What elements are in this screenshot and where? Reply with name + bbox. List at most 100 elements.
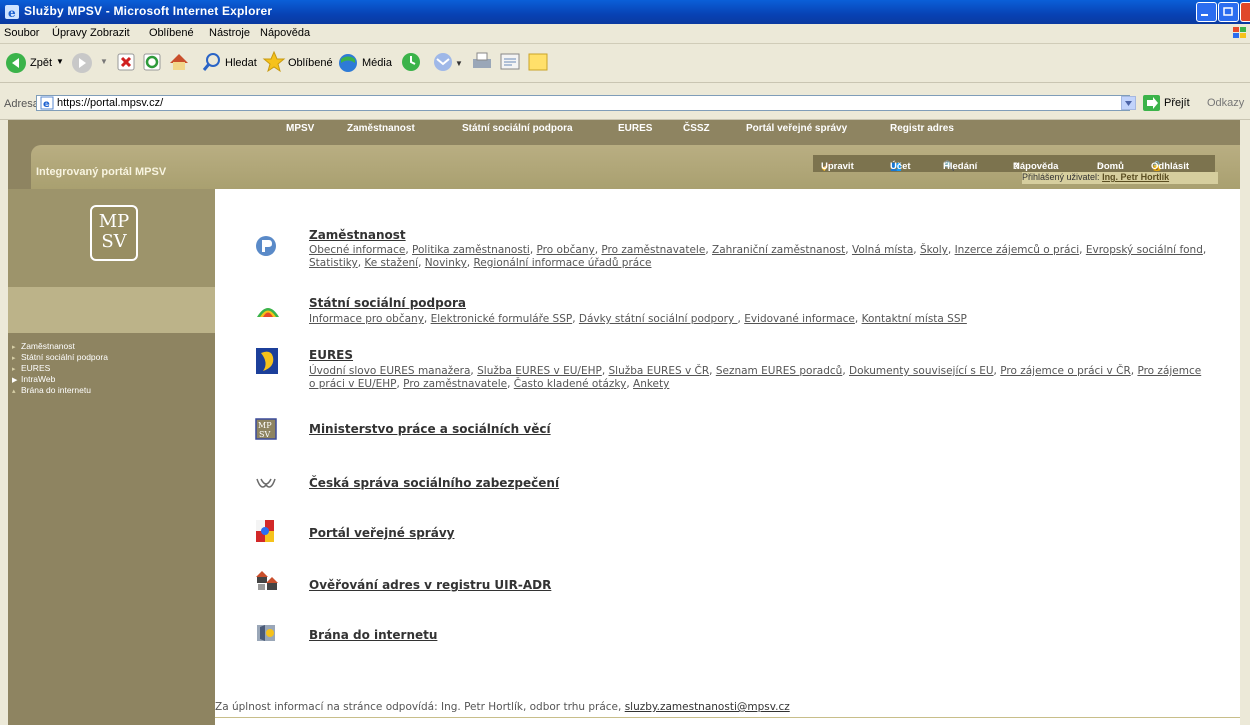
cssz-icon xyxy=(256,478,276,488)
address-dropdown-icon[interactable] xyxy=(1121,96,1136,110)
topnav-zamestnanost[interactable]: Zaměstnanost xyxy=(347,123,415,134)
topnav-ssp[interactable]: Státní sociální podpora xyxy=(462,123,573,134)
media-button[interactable]: Média xyxy=(336,50,396,76)
topnav-cssz[interactable]: ČSSZ xyxy=(683,123,710,134)
media-icon xyxy=(339,54,357,72)
section-link[interactable]: Často kladené otázky xyxy=(514,378,627,390)
section-link[interactable]: Informace pro občany xyxy=(309,313,424,325)
section-link[interactable]: Seznam EURES poradců xyxy=(716,365,842,377)
svg-text:e: e xyxy=(8,6,16,20)
section-links-ssp: Informace pro občany, Elektronické formu… xyxy=(309,313,967,325)
printer-icon xyxy=(473,52,491,68)
section-link[interactable]: Zahraniční zaměstnanost xyxy=(712,244,845,256)
svg-text:MP: MP xyxy=(258,421,272,430)
refresh-icon xyxy=(143,53,161,71)
back-dropdown-icon[interactable]: ▼ xyxy=(56,57,64,66)
minimize-button[interactable] xyxy=(1196,2,1217,22)
messenger-button[interactable] xyxy=(527,50,551,76)
section-link[interactable]: Statistiky xyxy=(309,257,358,269)
section-link[interactable]: Pro zájemce o práci v ČR xyxy=(1000,365,1131,377)
favorites-button[interactable]: Oblíbené xyxy=(262,50,333,76)
section-title-zamestnanost[interactable]: Zaměstnanost xyxy=(309,228,406,242)
section-link[interactable]: Inzerce zájemců o práci xyxy=(955,244,1080,256)
web-page: MPSV Zaměstnanost Státní sociální podpor… xyxy=(8,120,1240,725)
topnav-portal-verejne-spravy[interactable]: Portál veřejné správy xyxy=(746,123,847,134)
section-link[interactable]: Ankety xyxy=(633,378,669,390)
refresh-button[interactable] xyxy=(142,50,164,76)
home-button[interactable] xyxy=(168,50,190,76)
forward-button[interactable] xyxy=(70,50,96,76)
section-link[interactable]: Evidované informace xyxy=(744,313,855,325)
arrow-icon: ▸ xyxy=(12,355,16,362)
leftnav-zamestnanost[interactable]: ▸ Zaměstnanost xyxy=(12,341,75,351)
close-button[interactable] xyxy=(1240,2,1250,22)
back-arrow-icon xyxy=(6,53,26,73)
go-arrow-icon[interactable] xyxy=(1143,95,1160,111)
leftnav-brana[interactable]: ▴ Brána do internetu xyxy=(12,385,91,395)
section-link[interactable]: Pro zaměstnavatele xyxy=(403,378,507,390)
leftnav-ssp[interactable]: ▸ Státní sociální podpora xyxy=(12,352,108,362)
edit-page-icon xyxy=(500,53,520,70)
forward-dropdown-icon[interactable]: ▼ xyxy=(100,57,108,83)
menu-bar: Soubor Úpravy Zobrazit Oblíbené Nástroje… xyxy=(0,24,1250,44)
topnav-mpsv[interactable]: MPSV xyxy=(286,123,314,134)
footer-email-link[interactable]: sluzby.zamestnanosti@mpsv.cz xyxy=(625,701,790,713)
section-link[interactable]: Volná místa xyxy=(852,244,913,256)
arrow-icon: ▸ xyxy=(12,366,16,373)
address-input[interactable]: e https://portal.mpsv.cz/ xyxy=(36,95,1130,111)
user-name-link[interactable]: Ing. Petr Hortlík xyxy=(1102,172,1169,182)
search-button[interactable]: Hledat xyxy=(201,50,257,76)
mpsv-logo[interactable]: MP SV xyxy=(90,205,138,261)
section-link[interactable]: Pro občany xyxy=(537,244,595,256)
mail-button[interactable]: ▼ xyxy=(432,50,468,76)
section-title-uir-adr[interactable]: Ověřování adres v registru UIR-ADR xyxy=(309,578,551,592)
section-title-eures[interactable]: EURES xyxy=(309,348,353,362)
menu-oblibene[interactable]: Oblíbené xyxy=(149,27,194,39)
edit-button[interactable] xyxy=(499,50,523,76)
topnav-eures[interactable]: EURES xyxy=(618,123,652,134)
portal-icon xyxy=(256,520,274,542)
section-link[interactable]: Služba EURES v ČR xyxy=(609,365,710,377)
zamestnanost-icon xyxy=(256,236,276,256)
address-bar: Adresa e https://portal.mpsv.cz/ Přejít … xyxy=(0,83,1250,120)
section-link[interactable]: Novinky xyxy=(425,257,467,269)
stop-button[interactable] xyxy=(116,50,138,76)
section-link[interactable]: Školy xyxy=(920,244,948,256)
print-button[interactable] xyxy=(471,50,495,76)
section-title-cssz[interactable]: Česká správa sociálního zabezpečení xyxy=(309,476,559,490)
section-link[interactable]: Ke stažení xyxy=(364,257,418,269)
section-link[interactable]: Kontaktní místa SSP xyxy=(862,313,967,325)
section-link[interactable]: Pro zaměstnavatele xyxy=(601,244,705,256)
back-button[interactable]: Zpět ▼ xyxy=(4,50,66,76)
section-title-mpsv[interactable]: Ministerstvo práce a sociálních věcí xyxy=(309,422,551,436)
menu-upravy[interactable]: Úpravy xyxy=(52,27,87,39)
go-button[interactable]: Přejít xyxy=(1164,97,1190,109)
menu-soubor[interactable]: Soubor xyxy=(4,27,39,39)
section-link[interactable]: Evropský sociální fond xyxy=(1086,244,1203,256)
address-label: Adresa xyxy=(4,98,39,110)
section-link[interactable]: Úvodní slovo EURES manažera xyxy=(309,365,470,377)
section-link[interactable]: Elektronické formuláře SSP xyxy=(431,313,573,325)
section-title-portal[interactable]: Portál veřejné správy xyxy=(309,526,454,540)
note-icon xyxy=(528,53,548,71)
section-link[interactable]: Obecné informace xyxy=(309,244,405,256)
section-link[interactable]: Dávky státní sociální podpory xyxy=(579,313,738,325)
menu-zobrazit[interactable]: Zobrazit xyxy=(90,27,130,39)
topnav-registr-adres[interactable]: Registr adres xyxy=(890,123,954,134)
section-link[interactable]: Služba EURES v EU/EHP xyxy=(477,365,602,377)
section-title-ssp[interactable]: Státní sociální podpora xyxy=(309,296,466,310)
section-link[interactable]: Dokumenty související s EU xyxy=(849,365,994,377)
leftnav-intraweb[interactable]: ▶ IntraWeb xyxy=(12,374,55,384)
menu-napoveda[interactable]: Nápověda xyxy=(260,27,310,39)
leftnav-eures[interactable]: ▸ EURES xyxy=(12,363,50,373)
history-button[interactable] xyxy=(400,50,424,76)
ssp-icon xyxy=(257,308,279,317)
header-band: Integrovaný portál MPSV 🧹 Upravit 👥 Účet… xyxy=(8,139,1240,189)
menu-nastroje[interactable]: Nástroje xyxy=(209,27,250,39)
section-link[interactable]: Regionální informace úřadů práce xyxy=(473,257,651,269)
section-title-brana[interactable]: Brána do internetu xyxy=(309,628,437,642)
links-button[interactable]: Odkazy xyxy=(1207,97,1244,109)
maximize-button[interactable] xyxy=(1218,2,1239,22)
section-link[interactable]: Politika zaměstnanosti xyxy=(412,244,530,256)
window-right-border xyxy=(1240,120,1250,725)
